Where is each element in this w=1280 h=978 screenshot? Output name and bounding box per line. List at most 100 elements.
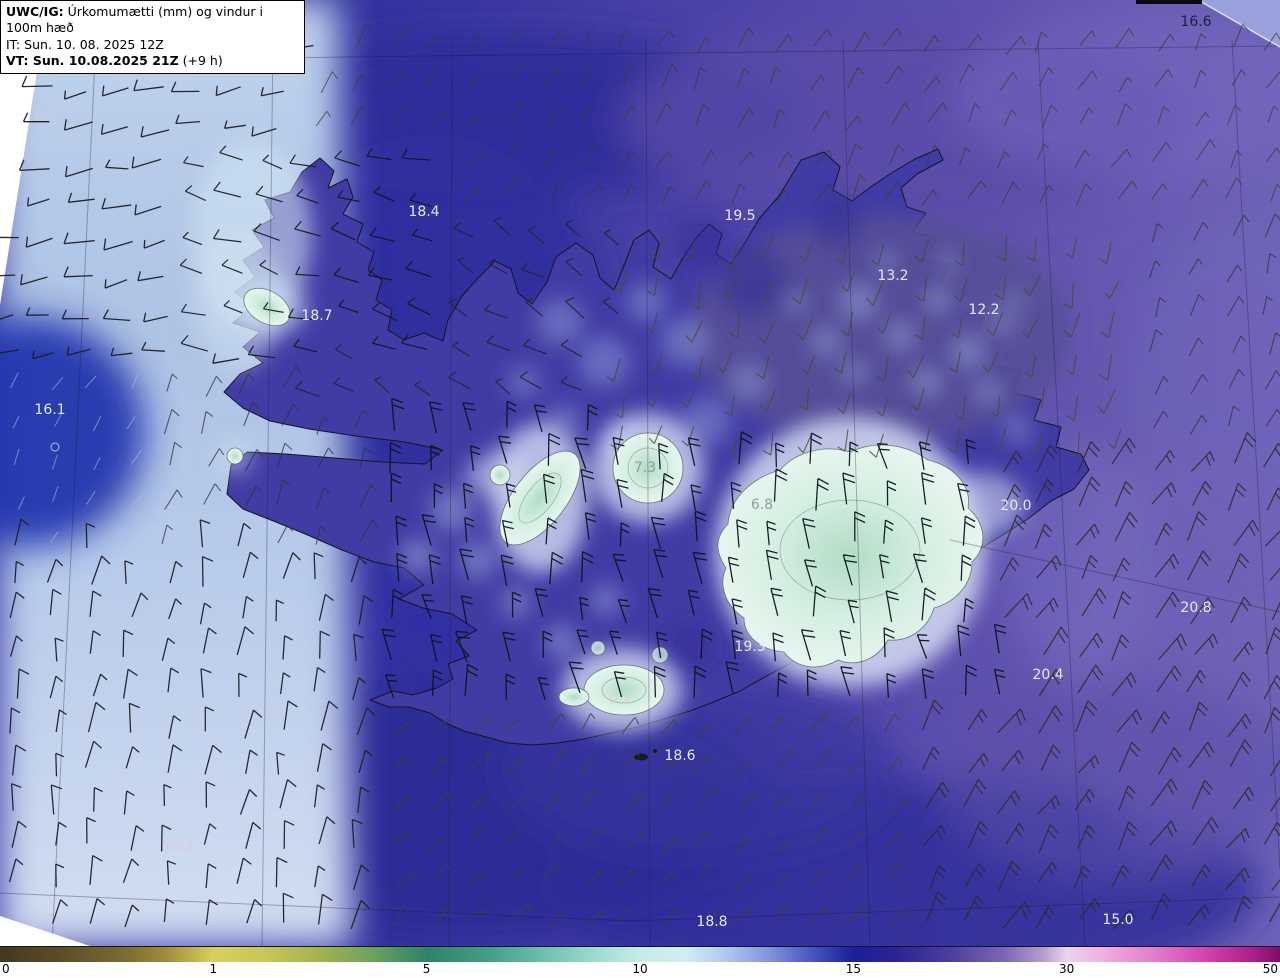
wind-barb xyxy=(334,150,360,167)
wind-barb xyxy=(1224,867,1250,891)
wind-barb xyxy=(55,752,65,777)
wind-barb xyxy=(389,442,402,473)
wind-barb xyxy=(1080,107,1094,124)
wind-barb xyxy=(962,515,976,546)
wind-barb xyxy=(1022,319,1037,338)
wind-barb xyxy=(1226,264,1243,283)
wind-barb xyxy=(543,149,559,169)
wind-barb xyxy=(542,630,553,658)
valid-time: VT: Sun. 10.08.2025 21Z xyxy=(6,52,179,68)
wind-barb xyxy=(809,432,823,464)
wind-barb xyxy=(8,858,24,883)
wind-barb xyxy=(124,560,134,584)
wind-barb xyxy=(681,387,696,408)
wind-barb xyxy=(105,159,129,170)
colorbar-tick-label: 50 xyxy=(1262,962,1278,976)
wind-barb xyxy=(9,707,21,734)
wind-barb xyxy=(547,712,566,732)
wind-barb xyxy=(200,668,212,698)
wind-barb xyxy=(63,232,95,245)
wind-barb xyxy=(582,713,596,730)
wind-barb xyxy=(548,749,567,768)
wind-barb xyxy=(101,198,132,210)
wind-barb xyxy=(505,483,517,508)
wind-barb xyxy=(104,279,128,289)
wind-barb xyxy=(694,510,707,542)
wind-barb xyxy=(999,71,1018,92)
wind-barb xyxy=(656,102,672,124)
wind-barb xyxy=(1271,878,1280,891)
wind-barb xyxy=(1078,476,1101,507)
wind-barb xyxy=(123,790,135,815)
wind-barb xyxy=(760,280,770,302)
wind-barb xyxy=(1001,749,1024,772)
wind-barb xyxy=(505,673,516,701)
wind-barb xyxy=(470,752,491,769)
wind-barb xyxy=(369,227,396,243)
wind-barb xyxy=(203,823,217,845)
wind-barb xyxy=(63,90,87,100)
wind-barb xyxy=(246,899,263,924)
wind-barb xyxy=(314,865,326,888)
wind-barb xyxy=(1003,484,1022,508)
wind-barb xyxy=(582,788,598,807)
wind-barb xyxy=(1228,368,1245,389)
wind-barb xyxy=(202,627,217,654)
wind-barb xyxy=(1150,778,1178,807)
wind-barb xyxy=(1232,335,1246,353)
wind-barb xyxy=(407,297,431,316)
wind-barb xyxy=(223,120,246,129)
wind-barb xyxy=(366,147,392,160)
wind-barb xyxy=(1154,449,1175,471)
wind-barb xyxy=(537,677,549,701)
wind-barb xyxy=(86,490,96,505)
wind-barb xyxy=(131,592,149,618)
wind-barb xyxy=(54,637,64,662)
wind-barb xyxy=(1263,442,1280,468)
wind-barb xyxy=(920,517,933,544)
wind-barb xyxy=(924,824,946,846)
wind-barb xyxy=(580,757,596,775)
wind-barb xyxy=(835,243,848,265)
wind-barb xyxy=(1042,104,1058,128)
wind-barb xyxy=(32,350,54,360)
wind-barb xyxy=(141,341,165,352)
wind-barb xyxy=(137,271,164,282)
wind-barb xyxy=(315,110,331,127)
wind-barb xyxy=(1099,353,1113,381)
wind-barb xyxy=(847,66,864,89)
wind-barb xyxy=(965,438,976,464)
title-line: UWC/IG: Úrkomumætti (mm) og vindur i 100… xyxy=(6,4,296,37)
wind-barb xyxy=(662,186,675,204)
wind-barb xyxy=(1229,739,1253,768)
wind-barb xyxy=(493,216,512,237)
wind-barb xyxy=(815,149,833,166)
wind-barb xyxy=(1097,389,1116,414)
wind-barb xyxy=(658,442,669,470)
wind-barb xyxy=(262,154,283,170)
wind-barb xyxy=(1226,828,1250,849)
wind-barb xyxy=(813,827,829,844)
wind-barb xyxy=(812,110,831,131)
colorbar-tick-label: 1 xyxy=(209,962,218,976)
wind-barb xyxy=(846,864,863,883)
wind-barb xyxy=(169,441,183,466)
wind-barb xyxy=(876,396,890,417)
wind-barb xyxy=(775,872,790,888)
wind-barb xyxy=(543,794,563,813)
wind-barb xyxy=(405,260,432,278)
wind-barb xyxy=(533,404,547,432)
wind-barb xyxy=(1154,376,1169,395)
wind-barb xyxy=(883,519,894,544)
wind-barb xyxy=(842,472,856,505)
wind-barb xyxy=(103,238,133,251)
wind-barb xyxy=(448,371,471,390)
wind-barb xyxy=(87,701,106,733)
wind-barb xyxy=(625,832,645,848)
wind-barb xyxy=(1157,747,1182,775)
wind-barb xyxy=(275,857,288,888)
wind-barb xyxy=(338,299,359,313)
wind-barb xyxy=(694,830,712,850)
wind-barb xyxy=(525,297,544,317)
wind-barb xyxy=(799,387,810,411)
